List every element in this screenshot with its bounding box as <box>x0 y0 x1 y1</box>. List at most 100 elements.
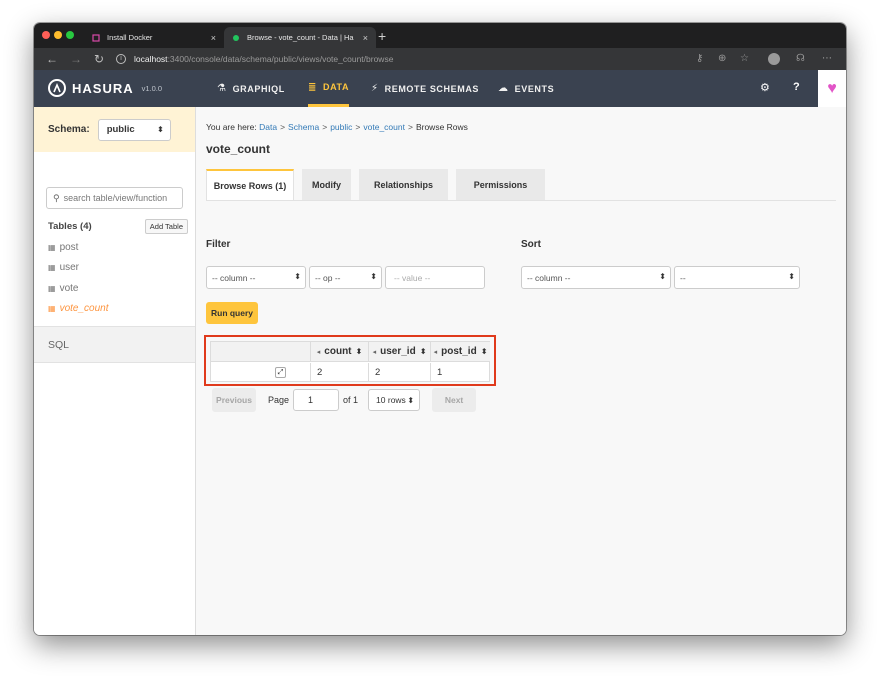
table-icon: ▦ <box>48 242 56 252</box>
sort-icon[interactable]: ⬍ <box>420 347 427 356</box>
new-tab-button[interactable]: + <box>378 28 386 44</box>
table-icon: ▦ <box>48 303 56 313</box>
tab-relationships[interactable]: Relationships <box>359 169 448 201</box>
url-path: :3400/console/data/schema/public/views/v… <box>167 54 394 64</box>
key-icon[interactable]: ⚷ <box>696 52 703 66</box>
breadcrumb-vote-count-link[interactable]: vote_count <box>363 122 405 132</box>
table-search-input[interactable]: ⚲ search table/view/function <box>46 187 183 209</box>
back-icon[interactable]: ← <box>46 51 58 67</box>
select-caret-icon: ⬍ <box>788 272 795 281</box>
maximize-window-button[interactable] <box>66 31 74 39</box>
filter-value-input[interactable]: -- value -- <box>385 266 485 289</box>
sidebar-table-user[interactable]: ▦ user <box>48 260 79 274</box>
heart-button[interactable]: ♥ <box>818 70 846 107</box>
browser-tab-install-docker[interactable]: Install Docker × <box>84 27 224 48</box>
grid-action-header <box>211 342 311 362</box>
sidebar: Schema: public ⬍ ⚲ search table/view/fun… <box>34 107 196 635</box>
sidebar-table-vote-count[interactable]: ▦ vote_count <box>48 301 109 315</box>
url-field[interactable]: i localhost :3400/console/data/schema/pu… <box>116 51 736 67</box>
brand-name: HASURA <box>72 80 134 96</box>
hasura-logo[interactable]: HASURA v1.0.0 <box>48 79 162 97</box>
nav-graphiql[interactable]: ⚗ GRAPHIQL <box>217 70 285 107</box>
docker-favicon-icon <box>92 33 100 42</box>
close-window-button[interactable] <box>42 31 50 39</box>
breadcrumb-separator: > <box>407 122 413 132</box>
column-pin-icon[interactable]: ◂ <box>317 348 321 356</box>
table-name: vote <box>59 282 79 294</box>
bookmark-star-icon[interactable]: ☆ <box>740 52 749 66</box>
help-icon[interactable]: ? <box>793 81 800 93</box>
column-pin-icon[interactable]: ◂ <box>434 348 438 356</box>
address-bar: ← → ↻ i localhost :3400/console/data/sch… <box>34 48 846 70</box>
tab-permissions[interactable]: Permissions <box>456 169 545 201</box>
filter-label: Filter <box>206 239 231 250</box>
select-caret-icon: ⬍ <box>294 272 301 281</box>
run-query-button[interactable]: Run query <box>206 302 258 324</box>
column-header-label: user_id <box>380 346 416 357</box>
nav-label: DATA <box>322 82 350 92</box>
rows-per-page-select[interactable]: 10 rows ⬍ <box>368 389 421 411</box>
breadcrumb-public-link[interactable]: public <box>330 122 352 132</box>
sidebar-table-vote[interactable]: ▦ vote <box>48 281 78 295</box>
schema-select[interactable]: public ⬍ <box>97 118 171 141</box>
more-menu-icon[interactable]: ⋯ <box>822 52 832 66</box>
filter-op-select[interactable]: -- op -- ⬍ <box>309 266 382 289</box>
column-header-user-id[interactable]: ◂ user_id ⬍ <box>369 342 431 362</box>
sort-column-value: -- column -- <box>527 272 571 283</box>
tab-close-icon[interactable]: × <box>363 33 368 43</box>
nav-label: GRAPHIQL <box>232 83 285 94</box>
nav-label: EVENTS <box>514 83 555 94</box>
forward-icon[interactable]: → <box>70 51 82 67</box>
sort-order-select[interactable]: -- ⬍ <box>674 266 800 289</box>
expand-row-icon[interactable]: ⤢ <box>275 367 286 378</box>
browser-tab-browse-vote-count[interactable]: Browse - vote_count - Data | Ha × <box>224 27 376 48</box>
tab-title: Install Docker <box>107 33 153 42</box>
add-table-button[interactable]: Add Table <box>144 218 188 234</box>
reload-icon[interactable]: ↻ <box>94 51 104 67</box>
settings-gear-icon[interactable]: ⚙ <box>760 81 770 94</box>
previous-page-button[interactable]: Previous <box>212 388 256 412</box>
column-pin-icon[interactable]: ◂ <box>373 348 377 356</box>
highlighted-results-box: ◂ count ⬍ ◂ user_id ⬍ ◂ post_id ⬍ ⤢ 2 2 … <box>204 335 496 386</box>
nav-data[interactable]: ≣ DATA <box>308 70 350 107</box>
sidebar-table-post[interactable]: ▦ post <box>48 240 78 254</box>
page-tabs: Browse Rows (1) Modify Relationships Per… <box>206 169 553 201</box>
profile-avatar[interactable] <box>768 53 780 65</box>
page-total-label: of 1 <box>343 395 359 405</box>
table-name: post <box>59 241 79 253</box>
sort-column-select[interactable]: -- column -- ⬍ <box>521 266 671 289</box>
sql-label: SQL <box>48 338 70 351</box>
column-header-count[interactable]: ◂ count ⬍ <box>311 342 369 362</box>
page-number-input[interactable]: 1 <box>293 389 340 411</box>
tab-browse-rows[interactable]: Browse Rows (1) <box>206 169 294 201</box>
tab-modify[interactable]: Modify <box>302 169 351 201</box>
site-info-icon[interactable]: i <box>116 54 126 64</box>
search-icon: ⚲ <box>53 192 60 203</box>
tab-close-icon[interactable]: × <box>211 33 216 43</box>
select-caret-icon: ⬍ <box>407 395 415 405</box>
table-icon: ▦ <box>48 262 56 272</box>
breadcrumb-schema-link[interactable]: Schema <box>288 122 319 132</box>
sort-icon[interactable]: ⬍ <box>481 347 488 356</box>
cell-post-id: 1 <box>437 367 443 378</box>
sidebar-sql-link[interactable]: SQL <box>34 326 195 363</box>
cast-icon[interactable]: ☊ <box>796 52 805 66</box>
page-title: vote_count <box>206 142 271 156</box>
column-header-post-id[interactable]: ◂ post_id ⬍ <box>431 342 490 362</box>
filter-column-select[interactable]: -- column -- ⬍ <box>206 266 306 289</box>
row-action-cell: ⤢ <box>211 363 311 382</box>
minimize-window-button[interactable] <box>54 31 62 39</box>
nav-remote-schemas[interactable]: ⚡ REMOTE SCHEMAS <box>371 70 479 107</box>
sort-icon[interactable]: ⬍ <box>356 347 363 356</box>
zoom-icon[interactable]: ⊕ <box>718 52 726 66</box>
table-icon: ▦ <box>48 283 56 293</box>
breadcrumb-separator: > <box>355 122 361 132</box>
breadcrumb-data-link[interactable]: Data <box>259 122 277 132</box>
nav-events[interactable]: ☁ EVENTS <box>498 70 554 107</box>
cell-user-id: 2 <box>369 363 431 382</box>
hasura-navbar: HASURA v1.0.0 ⚗ GRAPHIQL ≣ DATA ⚡ REMOTE… <box>34 70 846 107</box>
next-page-button[interactable]: Next <box>432 388 477 412</box>
table-name: user <box>59 261 80 273</box>
tables-count-label: Tables (4) <box>48 220 92 232</box>
browser-window: Install Docker × Browse - vote_count - D… <box>34 23 846 635</box>
